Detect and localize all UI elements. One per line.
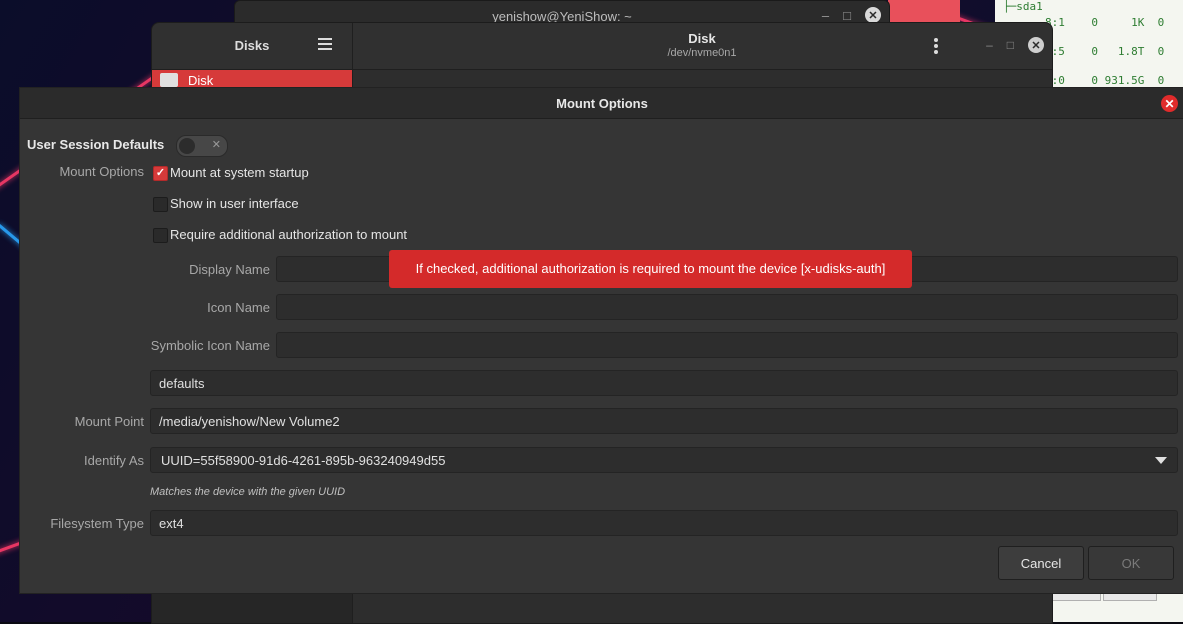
mount-point-label: Mount Point — [74, 414, 144, 429]
toggle-off-icon: ✕ — [211, 139, 221, 151]
identify-as-hint: Matches the device with the given UUID — [150, 486, 346, 498]
drive-icon — [160, 73, 178, 87]
dialog-headerbar: Mount Options ✕ — [20, 88, 1183, 119]
mount-options-label: Mount Options — [59, 164, 144, 179]
require-auth-checkbox[interactable] — [153, 228, 168, 243]
mount-point-field[interactable]: /media/yenishow/New Volume2 — [150, 408, 1178, 434]
mount-options-field[interactable]: defaults — [150, 370, 1178, 396]
icon-name-field[interactable] — [276, 294, 1178, 320]
close-icon[interactable]: ✕ — [865, 7, 881, 23]
kebab-menu-icon[interactable] — [934, 38, 938, 54]
mount-options-dialog: Mount Options ✕ User Session Defaults ✕ … — [19, 87, 1183, 594]
show-in-ui-checkbox[interactable] — [153, 197, 168, 212]
minimize-icon[interactable]: – — [986, 38, 993, 52]
cancel-button[interactable]: Cancel — [998, 546, 1084, 580]
filesystem-type-field[interactable]: ext4 — [150, 510, 1178, 536]
minimize-icon[interactable]: – — [822, 8, 829, 23]
show-in-ui-label[interactable]: Show in user interface — [170, 196, 299, 211]
terminal-line: 8:5 0 1.8T 0 — [1045, 45, 1165, 58]
display-name-label: Display Name — [189, 262, 270, 277]
mount-at-startup-label[interactable]: Mount at system startup — [170, 165, 309, 180]
close-icon[interactable]: ✕ — [1028, 37, 1044, 53]
toggle-knob — [179, 138, 195, 154]
identify-as-dropdown[interactable]: UUID=55f58900-91d6-4261-895b-963240949d5… — [150, 447, 1178, 473]
disks-title: Disk — [688, 31, 716, 46]
disks-headerbar: Disks Disk /dev/nvme0n1 – □ ✕ — [152, 23, 1052, 70]
chevron-down-icon — [1155, 457, 1167, 464]
identify-as-label: Identify As — [84, 453, 144, 468]
terminal-line: ├─sda1 — [1003, 0, 1043, 13]
icon-name-label: Icon Name — [207, 300, 270, 315]
sidebar-item-label: Disk — [188, 72, 214, 88]
background-window-fragment — [888, 0, 960, 22]
filesystem-type-label: Filesystem Type — [50, 516, 144, 531]
symbolic-icon-name-field[interactable] — [276, 332, 1178, 358]
auth-tooltip: If checked, additional authorization is … — [389, 250, 912, 288]
user-session-defaults-toggle[interactable]: ✕ — [176, 135, 228, 157]
dialog-title: Mount Options — [556, 96, 648, 111]
maximize-icon[interactable]: □ — [843, 8, 851, 23]
user-session-defaults-label: User Session Defaults — [27, 137, 165, 152]
mount-at-startup-checkbox[interactable]: ✓ — [153, 166, 168, 181]
close-icon[interactable]: ✕ — [1161, 95, 1178, 112]
terminal-line: 8:1 0 1K 0 — [1045, 16, 1165, 29]
maximize-icon[interactable]: □ — [1007, 38, 1014, 52]
require-auth-label[interactable]: Require additional authorization to moun… — [170, 227, 407, 242]
symbolic-icon-name-label: Symbolic Icon Name — [150, 338, 270, 353]
disks-subtitle: /dev/nvme0n1 — [667, 47, 737, 59]
ok-button[interactable]: OK — [1088, 546, 1174, 580]
identify-as-value: UUID=55f58900-91d6-4261-895b-963240949d5… — [161, 453, 446, 468]
terminal-line: 9:0 0 931.5G 0 — [1045, 74, 1165, 87]
hamburger-menu-icon[interactable] — [318, 38, 332, 50]
